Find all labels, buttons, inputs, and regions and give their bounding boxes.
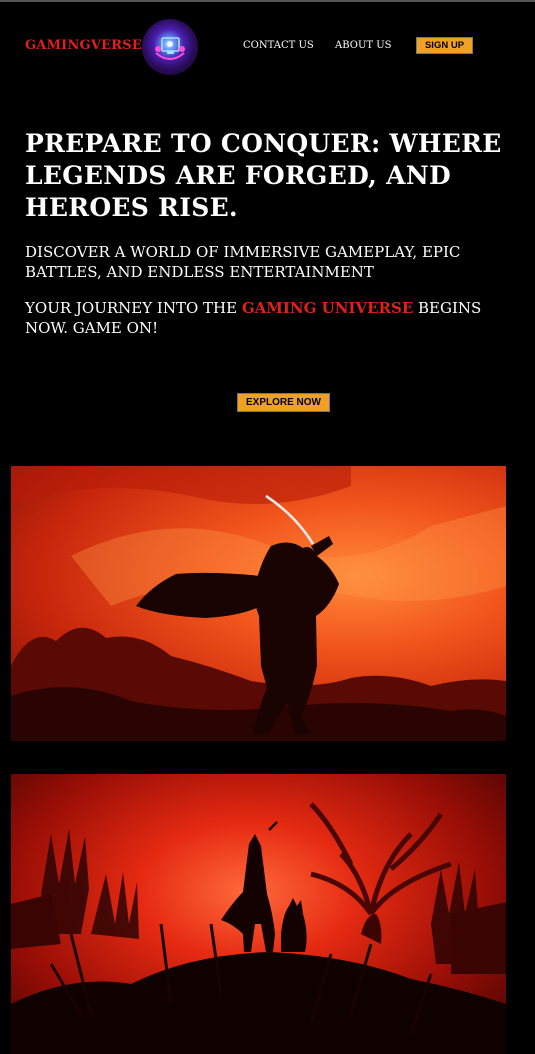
top-border xyxy=(0,0,535,2)
journey-prefix: YOUR JOURNEY INTO THE xyxy=(25,299,242,317)
sign-up-button[interactable]: SIGN UP xyxy=(416,37,473,54)
explore-now-button[interactable]: EXPLORE NOW xyxy=(237,393,330,412)
samurai-artwork-image xyxy=(11,466,506,741)
nav-contact-us[interactable]: CONTACT US xyxy=(243,40,314,51)
warrior-artwork-image xyxy=(11,774,506,1054)
brand-name[interactable]: GAMINGVERSE xyxy=(25,38,142,53)
hero-title: PREPARE TO CONQUER: WHERE LEGENDS ARE FO… xyxy=(25,129,502,222)
hero-journey-text: YOUR JOURNEY INTO THE GAMING UNIVERSE BE… xyxy=(25,298,525,338)
hero-subtitle: DISCOVER A WORLD OF IMMERSIVE GAMEPLAY, … xyxy=(25,243,461,281)
journey-highlight: GAMING UNIVERSE xyxy=(241,299,414,317)
nav-about-us[interactable]: ABOUT US xyxy=(335,40,392,51)
gamer-emblem-icon[interactable] xyxy=(142,19,198,75)
